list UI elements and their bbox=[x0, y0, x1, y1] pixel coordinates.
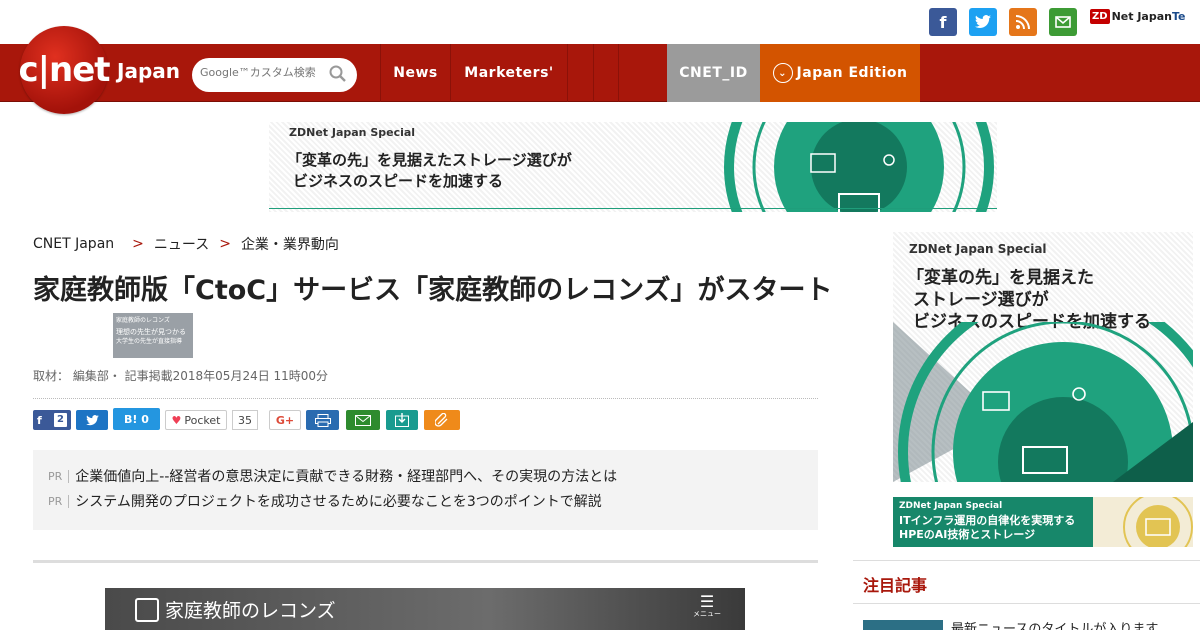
nav-japan-edition[interactable]: ⌄ Japan Edition bbox=[760, 44, 920, 102]
article-image[interactable]: 家庭教師のレコンズ ☰ メニュー bbox=[105, 588, 745, 630]
facebook-share-count: 2 bbox=[54, 413, 67, 427]
chevron-down-icon: ⌄ bbox=[772, 63, 793, 83]
banner-headline-line2: ストレージ選びが bbox=[913, 290, 1049, 310]
banner-headline-line1: 「変革の先」を見据えたストレージ選びが bbox=[287, 151, 572, 169]
top-social-bar: f ZD Net Japan Te bbox=[0, 0, 1200, 44]
print-icon bbox=[314, 413, 331, 427]
cnet-logo[interactable]: c|net bbox=[18, 26, 111, 114]
search-icon[interactable] bbox=[329, 65, 347, 83]
menu-label: メニュー bbox=[693, 610, 721, 618]
banner-headline-line1: ITインフラ運用の自律化を実現する bbox=[899, 514, 1076, 527]
divider bbox=[33, 560, 818, 563]
nav-blank-1[interactable] bbox=[567, 44, 593, 102]
download-icon bbox=[395, 413, 409, 427]
banner-label: ZDNet Japan Special bbox=[289, 126, 416, 139]
zdnet-logo-mark: ZD bbox=[1090, 9, 1110, 24]
pr-link-text: システム開発のプロジェクトを成功させるために必要なことを3つのポイントで解説 bbox=[75, 494, 602, 510]
banner-rule bbox=[269, 208, 997, 209]
article-image-brand-text: 家庭教師のレコンズ bbox=[165, 600, 336, 622]
pocket-icon: ♥ bbox=[171, 413, 182, 427]
breadcrumb: CNET Japan > ニュース > 企業・業界動向 bbox=[33, 234, 339, 254]
twitter-icon[interactable] bbox=[969, 8, 997, 36]
facebook-icon[interactable]: f bbox=[929, 8, 957, 36]
side-section-title: 注目記事 bbox=[863, 576, 928, 595]
breadcrumb-separator: > bbox=[132, 236, 144, 252]
banner-headline-line2: ビジネスのスピードを加速する bbox=[293, 172, 504, 190]
breadcrumb-industry[interactable]: 企業・業界動向 bbox=[241, 234, 339, 254]
article-thumbnail[interactable]: 家庭教師のレコンズ 理想の先生が見つかる 大学生の先生が直接指導 bbox=[113, 313, 193, 358]
breadcrumb-home[interactable]: CNET Japan bbox=[33, 236, 114, 252]
nav-blank-2[interactable] bbox=[593, 44, 618, 102]
side-item-link[interactable]: 最新ニュースのタイトルが入ります bbox=[951, 618, 1158, 630]
pr-tag: PR bbox=[48, 469, 70, 483]
mail-icon[interactable] bbox=[1049, 8, 1077, 36]
thumbnail-line1: 家庭教師のレコンズ bbox=[116, 317, 170, 324]
email-share-button[interactable] bbox=[346, 410, 380, 430]
google-plus-button[interactable]: G+ bbox=[269, 410, 301, 430]
pr-link[interactable]: PR システム開発のプロジェクトを成功させるために必要なことを3つのポイントで解… bbox=[48, 491, 602, 511]
hamburger-menu-icon: ☰ メニュー bbox=[693, 592, 721, 619]
banner-headline-line2: HPEのAI技術とストレージ bbox=[899, 528, 1036, 541]
cnet-logo-japan[interactable]: Japan bbox=[117, 59, 180, 83]
mail-icon bbox=[355, 414, 371, 426]
print-button[interactable] bbox=[306, 410, 339, 430]
side-small-ad-banner[interactable]: ZDNet Japan Special ITインフラ運用の自律化を実現する HP… bbox=[893, 497, 1193, 547]
search-box bbox=[192, 58, 357, 92]
pocket-count: 35 bbox=[232, 410, 258, 430]
nav-cnet-id[interactable]: CNET_ID bbox=[667, 44, 760, 102]
search-input[interactable] bbox=[200, 66, 330, 79]
pr-tag: PR bbox=[48, 494, 70, 508]
save-button[interactable] bbox=[386, 410, 418, 430]
banner-graphic bbox=[1093, 497, 1193, 547]
banner-headline: 「変革の先」を見据えたストレージ選びが ビジネスのスピードを加速する bbox=[287, 150, 572, 192]
twitter-icon bbox=[85, 414, 99, 425]
hatena-bookmark-button[interactable]: B! 0 bbox=[113, 408, 160, 430]
divider bbox=[33, 398, 818, 399]
zdnet-logo-text: Net Japan bbox=[1111, 10, 1172, 23]
pocket-label: Pocket bbox=[184, 413, 221, 427]
storage-graphic-icon bbox=[724, 122, 994, 212]
monitor-icon bbox=[1123, 497, 1193, 547]
nav-news[interactable]: News bbox=[380, 44, 450, 102]
side-ad-banner[interactable]: ZDNet Japan Special 「変革の先」を見据えた ストレージ選びが… bbox=[893, 232, 1193, 482]
pr-link[interactable]: PR 企業価値向上--経営者の意思決定に貢献できる財務・経理部門へ、その実現の方… bbox=[48, 466, 617, 486]
techrepublic-logo[interactable]: Te bbox=[1172, 10, 1186, 23]
article-image-brand: 家庭教師のレコンズ bbox=[135, 596, 336, 623]
thumbnail-line3: 大学生の先生が直接指導 bbox=[116, 338, 183, 345]
nav-blank-3[interactable] bbox=[618, 44, 642, 102]
divider bbox=[853, 560, 1200, 561]
top-ad-banner[interactable]: ZDNet Japan Special 「変革の先」を見据えたストレージ選びが … bbox=[269, 122, 997, 212]
pocket-button[interactable]: ♥ Pocket bbox=[165, 410, 227, 430]
nav-marketers[interactable]: Marketers' bbox=[450, 44, 567, 102]
pr-links-box: PR 企業価値向上--経営者の意思決定に貢献できる財務・経理部門へ、その実現の方… bbox=[33, 450, 818, 530]
breadcrumb-separator: > bbox=[219, 236, 231, 252]
nav-japan-edition-label: Japan Edition bbox=[796, 65, 908, 81]
thumbnail-line2: 理想の先生が見つかる bbox=[116, 328, 186, 336]
banner-headline-line1: 「変革の先」を見据えた bbox=[907, 268, 1094, 288]
article-byline: 取材： 編集部・ 記事掲載2018年05月24日 11時00分 bbox=[33, 369, 329, 383]
banner-label: ZDNet Japan Special bbox=[899, 501, 1003, 511]
brand-logo-icon bbox=[135, 597, 159, 622]
divider bbox=[853, 603, 1200, 604]
storage-graphic-icon bbox=[893, 322, 1193, 482]
breadcrumb-news[interactable]: ニュース bbox=[154, 234, 209, 254]
paperclip-icon bbox=[435, 413, 448, 427]
facebook-icon: f bbox=[37, 413, 42, 427]
banner-label: ZDNet Japan Special bbox=[909, 242, 1047, 256]
zdnet-logo[interactable]: ZD Net Japan bbox=[1090, 9, 1172, 24]
banner-headline: ITインフラ運用の自律化を実現する HPEのAI技術とストレージ bbox=[899, 514, 1075, 542]
page-title: 家庭教師版「CtoC」サービス「家庭教師のレコンズ」がスタート bbox=[33, 275, 833, 306]
side-item-thumbnail[interactable] bbox=[863, 620, 943, 630]
rss-icon[interactable] bbox=[1009, 8, 1037, 36]
pr-link-text: 企業価値向上--経営者の意思決定に貢献できる財務・経理部門へ、その実現の方法とは bbox=[75, 469, 618, 485]
twitter-share-button[interactable] bbox=[76, 410, 108, 430]
facebook-share-button[interactable]: f 2 bbox=[33, 410, 71, 430]
clip-button[interactable] bbox=[424, 410, 460, 430]
